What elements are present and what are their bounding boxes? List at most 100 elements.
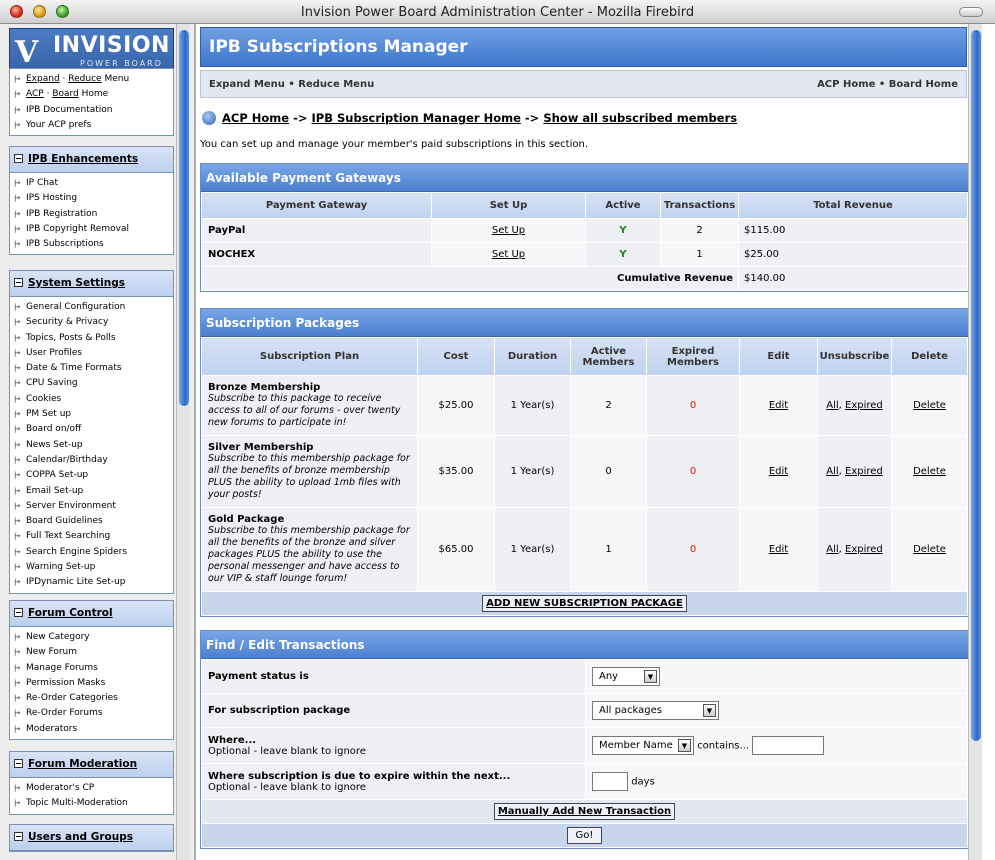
sidebar-item[interactable]: Re-Order Forums — [14, 706, 171, 721]
expire-days-input[interactable] — [592, 772, 628, 791]
add-package-button[interactable]: ADD NEW SUBSCRIPTION PACKAGE — [482, 595, 687, 612]
collapse-icon[interactable] — [14, 759, 23, 768]
where-field-select[interactable]: Member Name ▼ — [592, 736, 694, 755]
sidebar-item[interactable]: Server Environment — [14, 499, 171, 514]
collapse-icon[interactable] — [14, 832, 23, 841]
sidebar-item[interactable]: IPDynamic Lite Set-up — [14, 575, 171, 590]
sidebar-item[interactable]: Email Set-up — [14, 484, 171, 499]
window-titlebar: Invision Power Board Administration Cent… — [0, 0, 995, 24]
sidebar-item[interactable]: CPU Saving — [14, 376, 171, 391]
setup-link[interactable]: Set Up — [492, 249, 525, 260]
board-link[interactable]: Board — [52, 89, 78, 99]
sidebar-item[interactable]: Board Guidelines — [14, 514, 171, 529]
package-filter-cell: All packages ▼ — [585, 693, 968, 728]
sidebar-item[interactable]: Date & Time Formats — [14, 361, 171, 376]
sidebar-item[interactable]: New Forum — [14, 645, 171, 660]
unsubscribe-expired-link[interactable]: Expired — [845, 544, 883, 555]
setup-link[interactable]: Set Up — [492, 225, 525, 236]
cumulative-row: Cumulative Revenue $140.00 — [201, 266, 968, 291]
nav-section-header: System Settings — [10, 271, 173, 297]
manual-add-transaction-button[interactable]: Manually Add New Transaction — [493, 803, 676, 820]
package-filter-select[interactable]: All packages ▼ — [592, 701, 719, 720]
expand-link[interactable]: Expand — [26, 74, 60, 84]
crumb-acp-home[interactable]: ACP Home — [222, 111, 289, 125]
nav-section-title[interactable]: IPB Enhancements — [28, 153, 138, 165]
collapse-icon[interactable] — [14, 608, 23, 617]
delete-link[interactable]: Delete — [913, 466, 946, 477]
edit-link[interactable]: Edit — [769, 400, 788, 411]
sidebar-item[interactable]: New Category — [14, 630, 171, 645]
plan-expired-members: 0 — [646, 375, 740, 436]
go-button[interactable]: Go! — [566, 827, 603, 844]
unsubscribe-expired-link[interactable]: Expired — [845, 466, 883, 477]
unsubscribe-all-link[interactable]: All — [826, 544, 838, 555]
sidebar-item[interactable]: COPPA Set-up — [14, 468, 171, 483]
sidebar-item[interactable]: IP Chat — [14, 176, 171, 191]
chevron-down-icon: ▼ — [678, 739, 691, 752]
crumb-subscription-manager-home[interactable]: IPB Subscription Manager Home — [312, 111, 521, 125]
gateway-revenue: $25.00 — [738, 242, 968, 267]
nav-section-title[interactable]: Users and Groups — [28, 831, 133, 843]
edit-cell: Edit — [739, 375, 818, 436]
expire-hint: Optional - leave blank to ignore — [208, 781, 366, 793]
sidebar-item[interactable]: IPS Hosting — [14, 191, 171, 206]
plan-duration: 1 Year(s) — [494, 435, 571, 508]
sidebar-item[interactable]: Re-Order Categories — [14, 691, 171, 706]
sidebar-item[interactable]: PM Set up — [14, 407, 171, 422]
acp-board-home-links[interactable]: ACP Home • Board Home — [817, 79, 958, 90]
edit-link[interactable]: Edit — [769, 466, 788, 477]
nav-section-title[interactable]: Forum Moderation — [28, 758, 137, 770]
cumulative-value: $140.00 — [738, 266, 968, 291]
sidebar-item[interactable]: Full Text Searching — [14, 529, 171, 544]
ipb-documentation-link[interactable]: IPB Documentation — [14, 103, 171, 118]
plan-name: Silver Membership — [208, 442, 314, 453]
nav-section-title[interactable]: System Settings — [28, 277, 125, 289]
plan-name: Gold Package — [208, 514, 285, 525]
delete-cell: Delete — [891, 375, 968, 436]
sidebar-item[interactable]: Board on/off — [14, 422, 171, 437]
sidebar-item[interactable]: IPB Subscriptions — [14, 237, 171, 252]
unsubscribe-expired-link[interactable]: Expired — [845, 400, 883, 411]
contains-input[interactable] — [752, 736, 825, 755]
collapse-icon[interactable] — [14, 154, 23, 163]
delete-link[interactable]: Delete — [913, 400, 946, 411]
collapse-icon[interactable] — [14, 278, 23, 287]
edit-link[interactable]: Edit — [769, 544, 788, 555]
left-scrollbar-thumb[interactable] — [179, 30, 189, 406]
acp-prefs-link[interactable]: Your ACP prefs — [14, 118, 171, 133]
sidebar-item[interactable]: Manage Forums — [14, 661, 171, 676]
expand-reduce-menu-links[interactable]: Expand Menu • Reduce Menu — [209, 79, 374, 90]
main-scrollbar-thumb[interactable] — [971, 30, 981, 741]
sidebar-item[interactable]: Calendar/Birthday — [14, 453, 171, 468]
plan-description: Subscribe to this package to receive acc… — [208, 393, 401, 428]
sidebar-item[interactable]: News Set-up — [14, 438, 171, 453]
sidebar-item[interactable]: Cookies — [14, 392, 171, 407]
sidebar-item[interactable]: User Profiles — [14, 346, 171, 361]
sidebar-item[interactable]: Moderators — [14, 722, 171, 737]
crumb-show-all-subscribed[interactable]: Show all subscribed members — [543, 111, 737, 125]
unsubscribe-all-link[interactable]: All — [826, 400, 838, 411]
sidebar-item[interactable]: Moderator's CP — [14, 781, 171, 796]
sidebar-item[interactable]: Topic Multi-Moderation — [14, 796, 171, 811]
sidebar-item[interactable]: Permission Masks — [14, 676, 171, 691]
sidebar-item[interactable]: Topics, Posts & Polls — [14, 331, 171, 346]
sidebar-item[interactable]: Security & Privacy — [14, 315, 171, 330]
sidebar-item[interactable]: IPB Registration — [14, 207, 171, 222]
gateway-active: Y — [585, 242, 661, 267]
acp-link[interactable]: ACP — [26, 89, 44, 99]
left-scrollbar[interactable] — [176, 24, 190, 860]
menu-label: Menu — [104, 74, 130, 84]
sidebar-item[interactable]: Warning Set-up — [14, 560, 171, 575]
plan-active-members: 0 — [570, 435, 647, 508]
sidebar-item[interactable]: Search Engine Spiders — [14, 545, 171, 560]
payment-status-select[interactable]: Any ▼ — [592, 667, 660, 686]
sidebar-item[interactable]: IPB Copyright Removal — [14, 222, 171, 237]
nav-section-title[interactable]: Forum Control — [28, 607, 113, 619]
delete-link[interactable]: Delete — [913, 544, 946, 555]
toolbar-toggle-icon[interactable] — [959, 7, 983, 17]
main-scrollbar[interactable] — [968, 24, 982, 860]
unsubscribe-all-link[interactable]: All — [826, 466, 838, 477]
sidebar-item[interactable]: General Configuration — [14, 300, 171, 315]
col-header: Subscription Plan — [201, 337, 418, 376]
reduce-link[interactable]: Reduce — [68, 74, 101, 84]
